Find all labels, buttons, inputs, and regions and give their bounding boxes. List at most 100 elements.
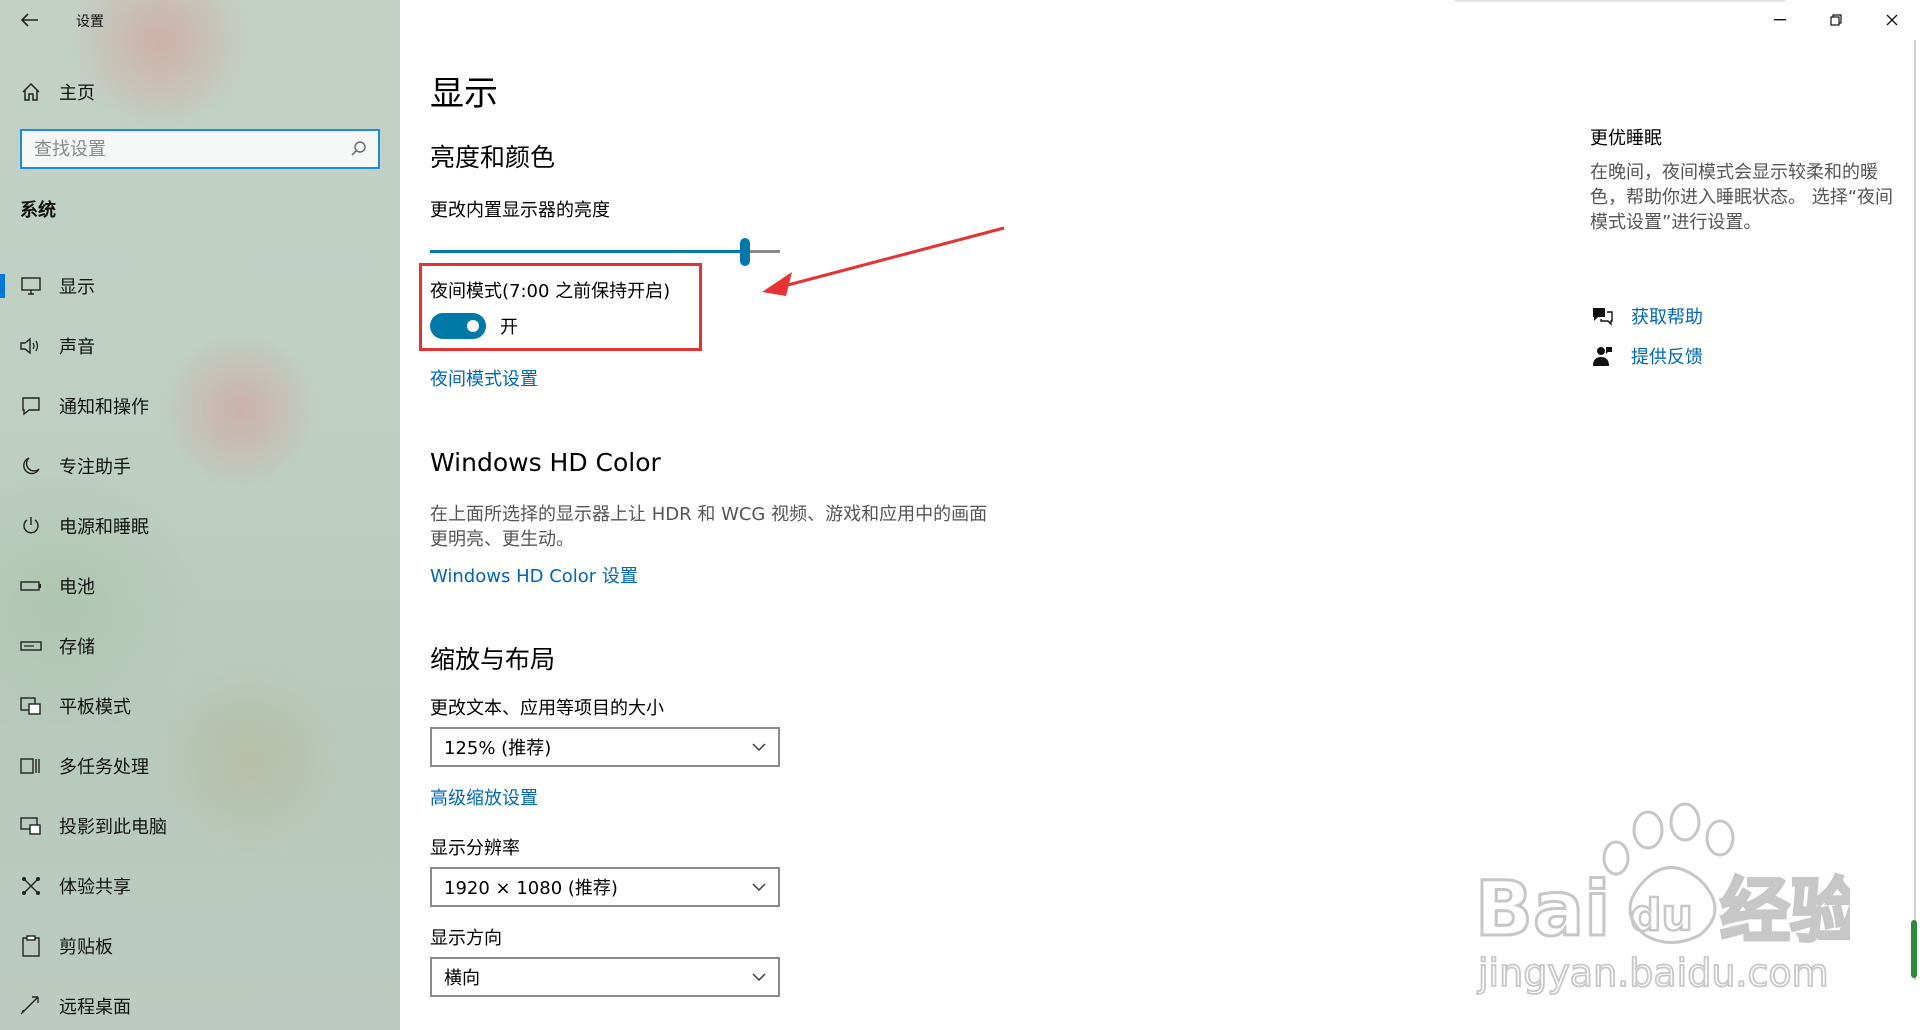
sidebar-item-label: 多任务处理	[59, 757, 149, 778]
sidebar: 设置 主页 系统 显示 声音 通知和操作	[0, 0, 400, 1030]
sidebar-item-sound[interactable]: 声音	[0, 316, 400, 376]
multitasking-icon	[20, 755, 42, 777]
chevron-down-icon	[752, 743, 766, 751]
share-icon	[20, 875, 42, 897]
scale-dropdown-value: 125% (推荐)	[444, 738, 552, 759]
sidebar-item-tablet-mode[interactable]: 平板模式	[0, 676, 400, 736]
chevron-down-icon	[752, 883, 766, 891]
sidebar-item-label: 存储	[59, 637, 95, 658]
close-button[interactable]	[1864, 0, 1920, 40]
hd-color-settings-link[interactable]: Windows HD Color 设置	[430, 562, 638, 588]
orientation-label: 显示方向	[430, 928, 502, 949]
orientation-dropdown[interactable]: 横向	[430, 957, 780, 997]
minimize-icon	[1774, 19, 1786, 21]
slider-track-fill	[430, 250, 745, 253]
sidebar-item-label: 声音	[59, 337, 95, 358]
side-panel-title: 更优睡眠	[1590, 128, 1662, 149]
section-label-system: 系统	[20, 200, 56, 221]
section-heading-brightness: 亮度和颜色	[430, 143, 556, 172]
advanced-scaling-link[interactable]: 高级缩放设置	[430, 784, 538, 810]
top-shadow	[1455, 0, 1785, 3]
annotation-arrow-icon	[762, 226, 1005, 296]
side-panel-description: 在晚间，夜间模式会显示较柔和的暖色，帮助你进入睡眠状态。 选择“夜间模式设置”进…	[1590, 162, 1894, 233]
resolution-dropdown-value: 1920 × 1080 (推荐)	[444, 878, 618, 899]
svg-text:du: du	[1630, 890, 1693, 941]
sidebar-item-power-sleep[interactable]: 电源和睡眠	[0, 496, 400, 556]
battery-icon	[20, 575, 42, 597]
resolution-dropdown[interactable]: 1920 × 1080 (推荐)	[430, 867, 780, 907]
sidebar-item-label: 平板模式	[59, 697, 131, 718]
night-light-settings-link[interactable]: 夜间模式设置	[430, 365, 538, 391]
related-panel: 更优睡眠 在晚间，夜间模式会显示较柔和的暖色，帮助你进入睡眠状态。 选择“夜间模…	[1590, 124, 1910, 235]
sidebar-item-label: 通知和操作	[59, 397, 149, 418]
minimize-button[interactable]	[1752, 0, 1808, 40]
speaker-icon	[20, 335, 42, 357]
restore-button[interactable]	[1808, 0, 1864, 40]
scroll-thumb[interactable]	[1911, 920, 1917, 978]
sidebar-item-label: 剪贴板	[59, 937, 113, 958]
storage-icon	[20, 635, 42, 657]
svg-text:经验: 经验	[1720, 870, 1850, 952]
sidebar-item-label: 体验共享	[59, 877, 131, 898]
section-heading-hd-color: Windows HD Color	[430, 448, 661, 477]
baidu-jingyan-watermark-logo: Bai du 经验 jingyan.baidu.com	[1474, 802, 1850, 996]
scale-label: 更改文本、应用等项目的大小	[430, 698, 664, 719]
svg-text:jingyan.baidu.com: jingyan.baidu.com	[1477, 951, 1829, 995]
sidebar-item-label: 远程桌面	[59, 997, 131, 1018]
page-title: 显示	[430, 74, 498, 114]
moon-icon	[20, 455, 42, 477]
scale-dropdown[interactable]: 125% (推荐)	[430, 727, 780, 767]
sidebar-item-remote-desktop[interactable]: 远程桌面	[0, 976, 400, 1030]
main-content: 显示 亮度和颜色 更改内置显示器的亮度 夜间模式(7:00 之前保持开启) 开 …	[400, 0, 1920, 1030]
clipboard-icon	[20, 935, 42, 957]
sidebar-item-display[interactable]: 显示	[0, 256, 400, 316]
resolution-label: 显示分辨率	[430, 838, 520, 859]
sidebar-item-label: 主页	[59, 83, 95, 104]
home-icon	[20, 81, 42, 103]
sidebar-item-clipboard[interactable]: 剪贴板	[0, 916, 400, 976]
restore-icon	[1830, 14, 1842, 26]
sidebar-item-home[interactable]: 主页	[0, 72, 400, 112]
help-chat-icon	[1590, 304, 1614, 328]
sidebar-item-focus-assist[interactable]: 专注助手	[0, 436, 400, 496]
sidebar-item-multitasking[interactable]: 多任务处理	[0, 736, 400, 796]
feedback-person-icon	[1590, 344, 1614, 368]
remote-desktop-icon	[20, 995, 42, 1017]
close-icon	[1886, 14, 1898, 26]
power-icon	[20, 515, 42, 537]
window-controls	[1752, 0, 1920, 40]
sidebar-item-label: 专注助手	[59, 457, 131, 478]
sidebar-item-label: 显示	[59, 277, 95, 298]
search-icon[interactable]	[350, 140, 368, 158]
back-button[interactable]	[14, 6, 46, 34]
search-box	[20, 129, 380, 169]
sidebar-item-notifications[interactable]: 通知和操作	[0, 376, 400, 436]
section-heading-scale-layout: 缩放与布局	[430, 645, 556, 674]
orientation-dropdown-value: 横向	[444, 968, 480, 989]
sidebar-item-battery[interactable]: 电池	[0, 556, 400, 616]
settings-window: 设置 主页 系统 显示 声音 通知和操作	[0, 0, 1920, 1030]
sidebar-item-label: 电源和睡眠	[59, 517, 149, 538]
slider-thumb[interactable]	[740, 238, 750, 266]
monitor-icon	[20, 275, 42, 297]
tablet-mode-icon	[20, 695, 42, 717]
annotation-highlight-box	[419, 263, 702, 351]
app-title: 设置	[76, 14, 104, 30]
chevron-down-icon	[752, 973, 766, 981]
hd-color-description: 在上面所选择的显示器上让 HDR 和 WCG 视频、游戏和应用中的画面更明亮、更…	[430, 504, 988, 550]
sidebar-item-label: 投影到此电脑	[59, 817, 167, 838]
back-arrow-icon	[21, 13, 38, 27]
give-feedback-row[interactable]: 提供反馈	[1590, 343, 1703, 369]
search-input[interactable]	[22, 138, 332, 160]
brightness-label: 更改内置显示器的亮度	[430, 200, 610, 221]
sidebar-nav: 显示 声音 通知和操作 专注助手 电源和睡眠 电池 存储 平板模式 多任务处理 …	[0, 256, 400, 1030]
vertical-scrollbar[interactable]	[1910, 40, 1917, 1030]
get-help-link[interactable]: 获取帮助	[1631, 303, 1703, 329]
give-feedback-link[interactable]: 提供反馈	[1631, 343, 1703, 369]
sidebar-item-project-to-pc[interactable]: 投影到此电脑	[0, 796, 400, 856]
sidebar-item-shared-experiences[interactable]: 体验共享	[0, 856, 400, 916]
notification-icon	[20, 395, 42, 417]
get-help-row[interactable]: 获取帮助	[1590, 303, 1703, 329]
sidebar-item-label: 电池	[59, 577, 95, 598]
sidebar-item-storage[interactable]: 存储	[0, 616, 400, 676]
